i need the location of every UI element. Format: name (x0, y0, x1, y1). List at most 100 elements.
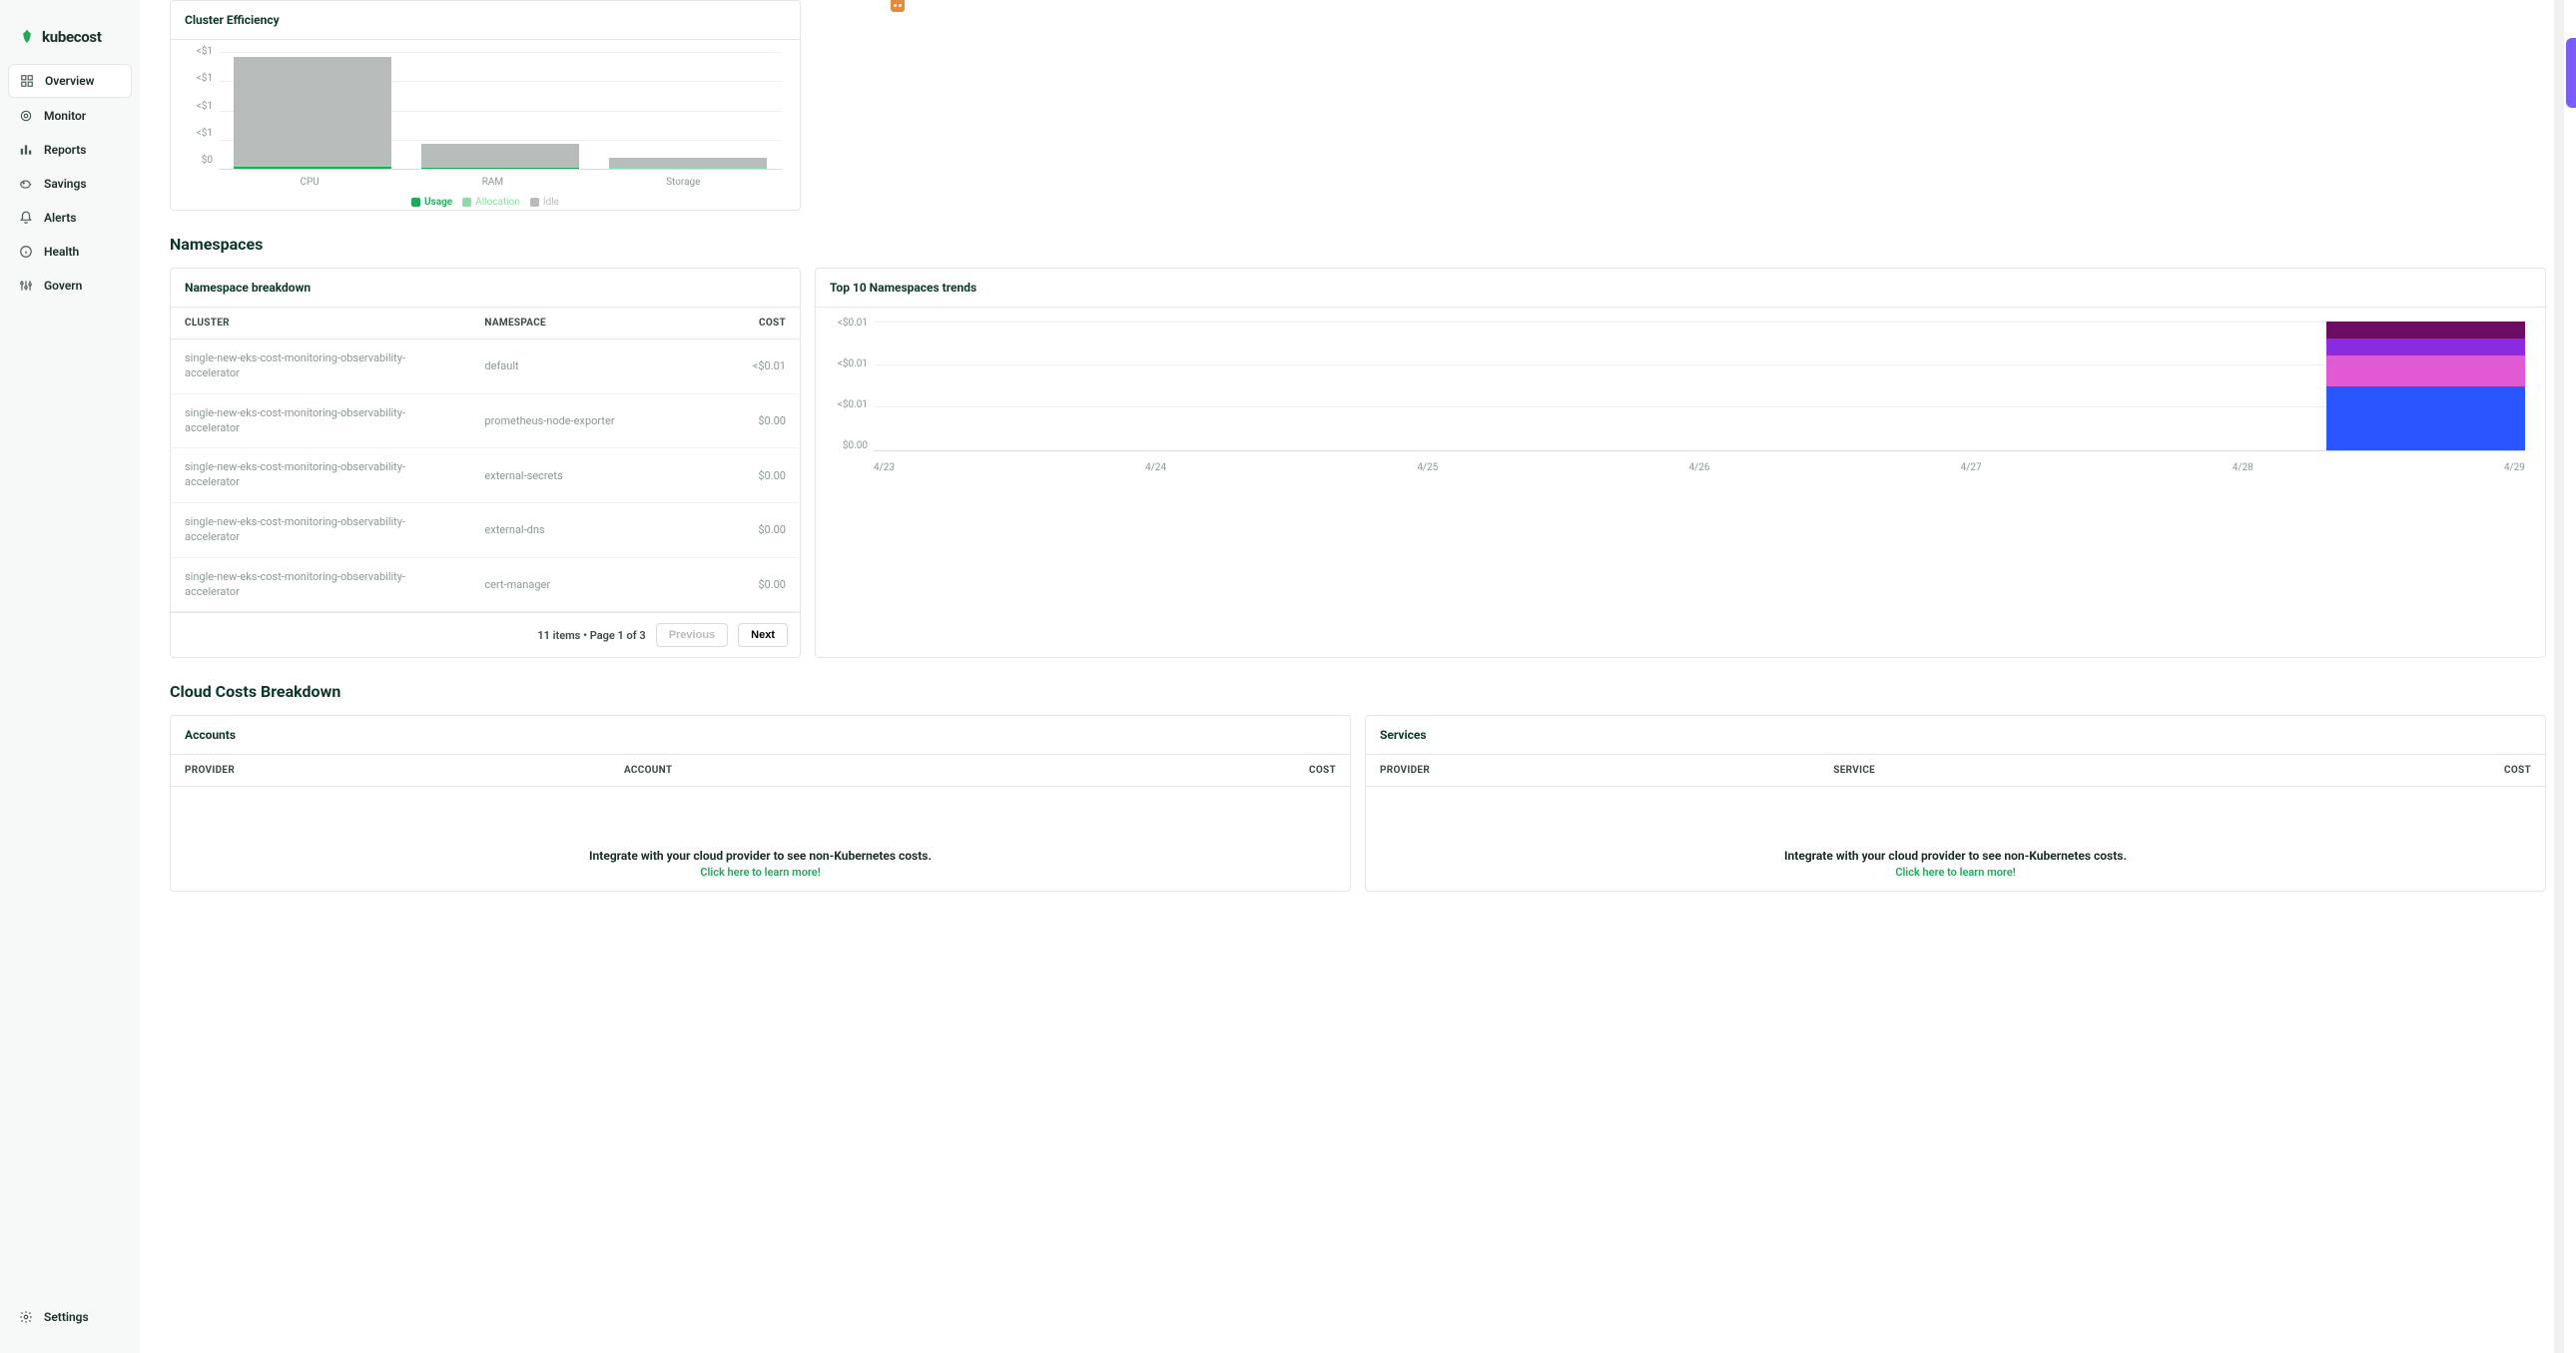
col-header-cost[interactable]: COST (2226, 755, 2545, 787)
namespace-trends-card: Top 10 Namespaces trends <$0.01 <$0.01 <… (815, 268, 2546, 658)
x-axis: 4/23 4/24 4/25 4/26 4/27 4/28 4/29 (874, 462, 2525, 473)
previous-button[interactable]: Previous (656, 623, 728, 647)
empty-state: Integrate with your cloud provider to se… (1366, 787, 2545, 891)
cell-cluster: single-new-eks-cost-monitoring-observabi… (171, 339, 470, 394)
main-content: Cluster Efficiency <$1 <$1 <$1 <$1 $0 (140, 0, 2576, 1353)
table-row[interactable]: single-new-eks-cost-monitoring-observabi… (171, 448, 800, 503)
table-row[interactable]: single-new-eks-cost-monitoring-observabi… (171, 557, 800, 612)
nav-item-alerts[interactable]: Alerts (8, 202, 132, 234)
y-tick: <$1 (197, 46, 213, 57)
bars-icon (18, 142, 34, 158)
legend-label[interactable]: Allocation (475, 197, 520, 208)
feedback-tab-icon[interactable] (2566, 38, 2576, 108)
empty-state: Integrate with your cloud provider to se… (171, 787, 1350, 891)
nav-label: Overview (45, 74, 95, 88)
y-tick: <$1 (197, 128, 213, 139)
x-label: RAM (482, 177, 503, 188)
table-row[interactable]: single-new-eks-cost-monitoring-observabi… (171, 503, 800, 558)
section-title-namespaces: Namespaces (170, 235, 2546, 254)
plot-area (874, 322, 2525, 451)
logo-text: kubecost (42, 28, 102, 46)
card-title: Top 10 Namespaces trends (830, 281, 2531, 295)
kubecost-logo-icon (18, 28, 36, 46)
card-title: Cluster Efficiency (185, 13, 786, 27)
legend-label[interactable]: Usage (424, 197, 452, 208)
nav-label: Govern (44, 279, 82, 293)
plot-area (219, 52, 782, 170)
sidebar: kubecost Overview Monitor Reports Saving… (0, 0, 140, 1353)
nav-item-reports[interactable]: Reports (8, 134, 132, 166)
chart-legend: Usage Allocation Idle (411, 197, 559, 208)
bell-icon (18, 210, 34, 226)
grid-icon (19, 73, 35, 89)
target-icon (18, 108, 34, 124)
x-label: 4/26 (1688, 462, 1709, 473)
col-header-service[interactable]: SERVICE (1819, 755, 2226, 787)
services-card: Services PROVIDER SERVICE COST Integrate… (1365, 715, 2546, 892)
col-header-namespace[interactable]: NAMESPACE (470, 308, 708, 339)
info-icon (18, 244, 34, 260)
cell-cost: $0.00 (708, 448, 800, 503)
nav-item-overview[interactable]: Overview (8, 64, 132, 98)
y-tick: $0 (202, 155, 213, 166)
namespace-breakdown-card: Namespace breakdown CLUSTER NAMESPACE CO… (170, 268, 801, 658)
col-header-cost[interactable]: COST (1040, 755, 1350, 787)
sidebar-nav: Overview Monitor Reports Savings Alerts … (8, 64, 132, 302)
y-tick: <$1 (197, 73, 213, 84)
y-tick: $0.00 (843, 440, 868, 451)
learn-more-link[interactable]: Click here to learn more! (191, 866, 1330, 879)
cell-cost: $0.00 (708, 503, 800, 558)
legend-label[interactable]: Idle (543, 197, 559, 208)
sliders-icon (18, 278, 34, 294)
cell-cluster: single-new-eks-cost-monitoring-observabi… (171, 393, 470, 448)
table-row[interactable]: single-new-eks-cost-monitoring-observabi… (171, 393, 800, 448)
x-label: 4/27 (1961, 462, 1982, 473)
scrollbar-track[interactable] (2554, 0, 2564, 1353)
learn-more-link[interactable]: Click here to learn more! (1386, 866, 2525, 879)
nav-item-health[interactable]: Health (8, 236, 132, 268)
table-row[interactable]: single-new-eks-cost-monitoring-observabi… (171, 339, 800, 394)
col-header-cost[interactable]: COST (708, 308, 800, 339)
cell-cluster: single-new-eks-cost-monitoring-observabi… (171, 557, 470, 612)
x-label: 4/24 (1145, 462, 1166, 473)
cell-cluster: single-new-eks-cost-monitoring-observabi… (171, 448, 470, 503)
card-title: Accounts (185, 728, 1336, 742)
y-axis: <$1 <$1 <$1 <$1 $0 (171, 46, 213, 166)
y-tick: <$1 (197, 101, 213, 112)
col-header-provider[interactable]: PROVIDER (171, 755, 610, 787)
cell-cost: <$0.01 (708, 339, 800, 394)
nav-item-monitor[interactable]: Monitor (8, 100, 132, 132)
col-header-account[interactable]: ACCOUNT (610, 755, 1040, 787)
empty-text: Integrate with your cloud provider to se… (1386, 849, 2525, 863)
gear-icon (18, 1309, 34, 1325)
nav-item-settings[interactable]: Settings (8, 1301, 132, 1333)
col-header-provider[interactable]: PROVIDER (1366, 755, 1819, 787)
x-label: CPU (300, 177, 319, 188)
table-footer: 11 items • Page 1 of 3 Previous Next (171, 612, 800, 657)
next-button[interactable]: Next (738, 623, 788, 647)
nav-label: Monitor (44, 109, 86, 123)
nav-label: Reports (44, 143, 86, 157)
cluster-efficiency-chart: <$1 <$1 <$1 <$1 $0 (171, 40, 800, 210)
cell-cost: $0.00 (708, 557, 800, 612)
namespace-trends-chart: <$0.01 <$0.01 <$0.01 $0.00 (816, 308, 2545, 477)
cell-namespace: external-secrets (470, 448, 708, 503)
nav-item-savings[interactable]: Savings (8, 168, 132, 200)
cell-namespace: external-dns (470, 503, 708, 558)
notification-badge-icon[interactable] (891, 0, 905, 12)
card-title: Services (1380, 728, 2531, 742)
nav-item-govern[interactable]: Govern (8, 270, 132, 302)
nav-label: Alerts (44, 211, 76, 225)
x-label: 4/23 (874, 462, 895, 473)
logo[interactable]: kubecost (8, 20, 132, 64)
namespace-table: CLUSTER NAMESPACE COST single-new-eks-co… (171, 308, 800, 612)
x-label: Storage (666, 177, 700, 188)
section-title-cloud-costs: Cloud Costs Breakdown (170, 682, 2546, 701)
y-tick: <$0.01 (838, 358, 868, 369)
y-axis: <$0.01 <$0.01 <$0.01 $0.00 (816, 318, 868, 451)
y-tick: <$0.01 (838, 318, 868, 329)
x-label: 4/28 (2233, 462, 2254, 473)
cell-namespace: default (470, 339, 708, 394)
card-title: Namespace breakdown (185, 281, 786, 295)
col-header-cluster[interactable]: CLUSTER (171, 308, 470, 339)
